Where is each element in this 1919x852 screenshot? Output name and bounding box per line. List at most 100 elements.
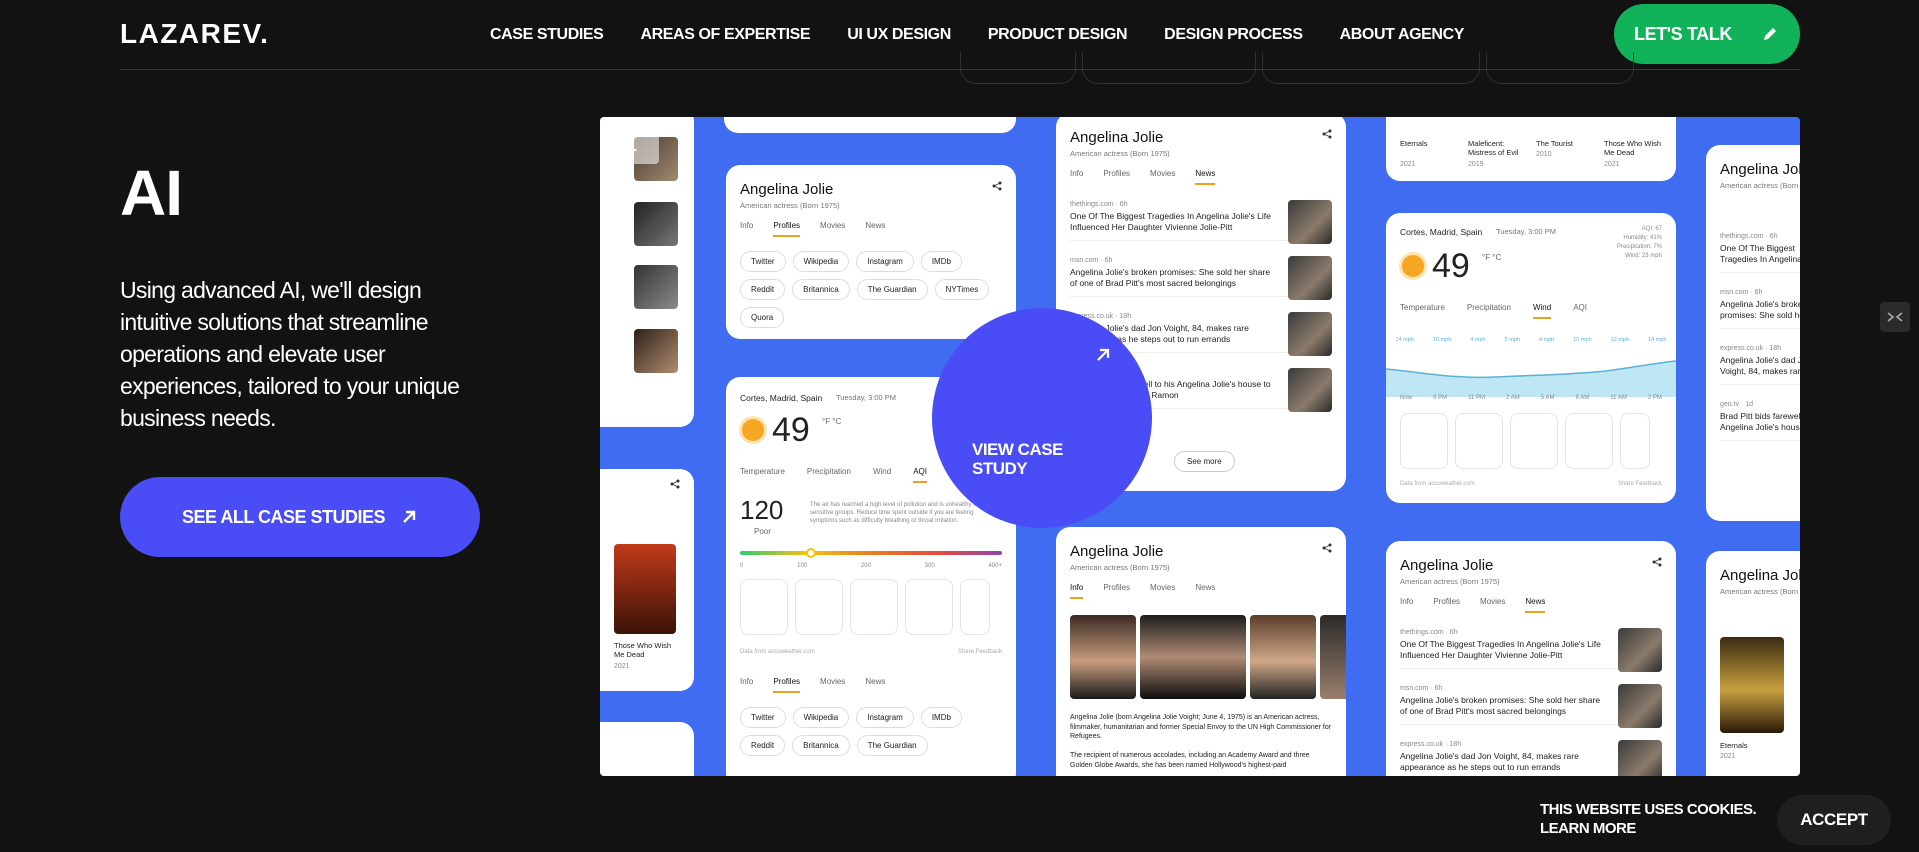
profile-link[interactable]: The Guardian [856,735,928,756]
tab-temperature[interactable]: Temperature [1400,303,1445,319]
tab-news[interactable]: News [1525,597,1546,613]
news-item[interactable]: thethings.com · 6h One Of The Biggest Tr… [1400,623,1662,672]
forecast-day[interactable] [1510,413,1558,469]
weather-wind-card: Cortes, Madrid, Spain Tuesday, 3:00 PM A… [1386,213,1676,503]
tab-profiles[interactable]: Profiles [1103,169,1130,185]
logo[interactable]: LAZAREV. [120,18,269,50]
tab-movies[interactable]: Movies [1150,583,1175,599]
forecast-day[interactable] [1620,413,1650,469]
person-tabs: Info Profiles Movies News [740,677,885,693]
see-all-case-studies-label: SEE ALL CASE STUDIES [182,506,386,527]
weather-data-source[interactable]: Data from accuweather.com [740,649,815,655]
weather-data-source[interactable]: Data from accuweather.com [1400,481,1475,487]
card-clipped-bottom [600,722,694,776]
news-item[interactable]: thethings.com · 6h One Of The Biggest Tr… [1070,195,1332,244]
arrow-up-right-icon [403,510,416,523]
see-all-case-studies-button[interactable]: SEE ALL CASE STUDIES [120,477,480,557]
weather-feedback[interactable]: Share Feedback [1618,481,1662,487]
forecast-day[interactable] [740,579,788,635]
forecast-day[interactable] [1400,413,1448,469]
profile-link[interactable]: Twitter [740,707,786,728]
forecast-day[interactable] [905,579,953,635]
news-item[interactable]: msn.com · 6h Angelina Jolie's broken pro… [1720,283,1800,329]
nav-product-design[interactable]: PRODUCT DESIGN [988,26,1128,44]
tab-news[interactable]: News [1195,583,1215,599]
nav-design-process[interactable]: DESIGN PROCESS [1164,26,1303,44]
tab-news[interactable]: News [865,221,885,237]
tab-info[interactable]: Info [1400,597,1413,613]
tab-precipitation[interactable]: Precipitation [1467,303,1511,319]
page-title: AI [120,157,183,229]
news-item[interactable]: express.co.uk · 18h Angelina Jolie's dad… [1720,339,1800,385]
learn-more-link[interactable]: LEARN MORE [1540,819,1756,838]
profile-link[interactable]: Instagram [856,707,914,728]
movie-title: Those Who Wish Me Dead [1604,139,1662,157]
tab-info[interactable]: Info [740,221,753,237]
lets-talk-button[interactable]: LET'S TALK [1614,4,1800,64]
forecast-day[interactable] [850,579,898,635]
aqi-scale-label: 200 [860,563,871,569]
profile-link[interactable]: Twitter [740,251,786,272]
profile-link[interactable]: Quora [740,307,785,328]
news-item[interactable]: geo.tv · 1d Brad Pitt bids farewell to h… [1720,395,1800,441]
forecast-day[interactable] [1455,413,1503,469]
news-thumbnail [1288,200,1332,244]
profile-link[interactable]: The Guardian [856,279,928,300]
tab-precipitation[interactable]: Precipitation [807,467,851,483]
tab-info[interactable]: Info [740,677,753,693]
tab-profiles[interactable]: Profiles [773,221,801,237]
profile-link[interactable]: NYTimes [934,279,990,300]
view-case-study-button[interactable]: VIEW CASE STUDY [932,308,1152,528]
news-source: geo.tv · 1d [1720,401,1754,408]
profile-link[interactable]: Britannica [792,279,850,300]
news-thumbnail [1618,684,1662,728]
news-item[interactable]: msn.com · 6h Angelina Jolie's broken pro… [1400,679,1662,728]
profile-link[interactable]: Wikipedia [792,707,850,728]
tab-news[interactable]: News [865,677,885,693]
person-name: Angelina Jolie [740,181,834,198]
tab-movies[interactable]: Movies [820,221,845,237]
tab-info[interactable]: Info [1070,169,1083,185]
tab-wind[interactable]: Wind [1532,303,1552,319]
tab-movies[interactable]: Movies [1480,597,1505,613]
profile-link[interactable]: Reddit [740,735,786,756]
forecast-day[interactable] [1565,413,1613,469]
forecast-day[interactable] [795,579,843,635]
tab-aqi[interactable]: AQI [913,467,927,483]
nav-case-studies[interactable]: CASE STUDIES [490,26,604,44]
side-widget-button[interactable] [1880,302,1910,332]
news-item[interactable]: thethings.com · 6h One Of The Biggest Tr… [1720,227,1800,273]
forecast-day[interactable] [960,579,990,635]
profile-link[interactable]: IMDb [920,251,962,272]
see-more-button[interactable]: See more [1174,451,1235,472]
profile-link[interactable]: Wikipedia [792,251,850,272]
weather-feedback[interactable]: Share Feedback [958,649,1002,655]
hour-label: 11 PM [1468,395,1486,401]
person-bio-more: The recipient of numerous accolades, inc… [1070,752,1310,769]
nav-ui-ux-design[interactable]: UI UX DESIGN [847,26,951,44]
tab-temperature[interactable]: Temperature [740,467,785,483]
news-item[interactable]: express.co.uk · 18h Angelina Jolie's dad… [1400,735,1662,776]
tab-aqi[interactable]: AQI [1573,303,1587,319]
news-item[interactable]: msn.com · 6h Angelina Jolie's broken pro… [1070,251,1332,300]
tab-profiles[interactable]: Profiles [1433,597,1460,613]
tab-movies[interactable]: Movies [820,677,845,693]
news-source: thethings.com · 6h [1720,233,1778,240]
tab-profiles[interactable]: Profiles [1103,583,1130,599]
weather-stat: Wind: 23 mph [1624,253,1662,259]
daily-forecast [740,579,990,635]
tab-movies[interactable]: Movies [1150,169,1175,185]
profile-link[interactable]: Britannica [792,735,850,756]
tab-profiles[interactable]: Profiles [773,677,801,693]
profile-link[interactable]: Reddit [740,279,786,300]
nav-areas-of-expertise[interactable]: AREAS OF EXPERTISE [640,26,810,44]
case-study-showcase[interactable]: Those Who Wish Me Dead 2021 1 Angelina J… [600,117,1800,776]
tab-news[interactable]: News [1195,169,1216,185]
tab-wind[interactable]: Wind [873,467,891,483]
accept-cookies-button[interactable]: ACCEPT [1777,795,1891,845]
tab-info[interactable]: Info [1070,583,1084,599]
nav-about-agency[interactable]: ABOUT AGENCY [1340,26,1465,44]
profile-link[interactable]: Instagram [856,251,914,272]
share-icon [1322,129,1332,139]
profile-link[interactable]: IMDb [920,707,962,728]
